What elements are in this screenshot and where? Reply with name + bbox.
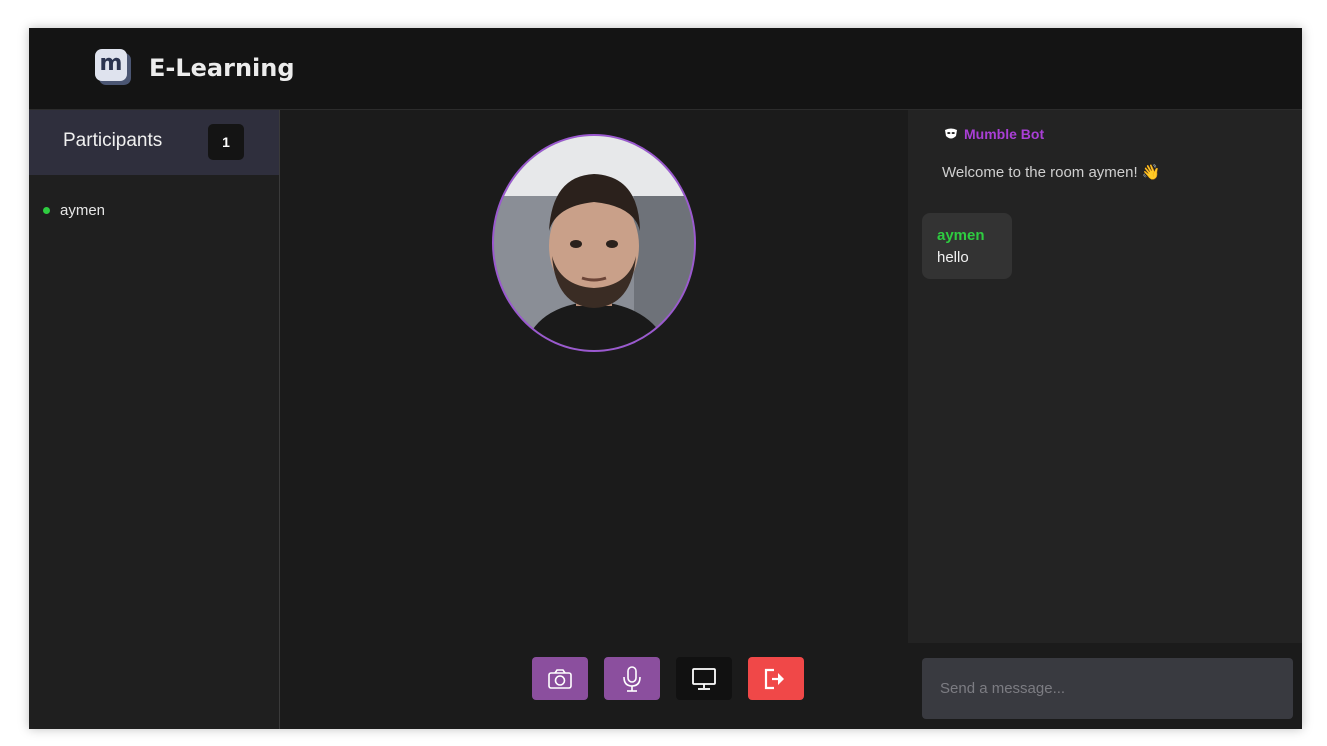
microphone-icon	[623, 665, 641, 692]
participants-sidebar: Participants 1 aymen	[29, 110, 280, 729]
top-bar: m E-Learning	[29, 28, 1302, 110]
exit-icon	[764, 668, 784, 689]
online-status-dot	[43, 206, 50, 214]
chat-panel: Mumble Bot Welcome to the room aymen! 👋 …	[908, 110, 1302, 729]
call-controls	[532, 657, 804, 700]
bot-welcome-message: Welcome to the room aymen! 👋	[942, 164, 1161, 181]
message-text: hello	[937, 249, 969, 266]
app-logo: m	[95, 49, 131, 85]
app-window: m E-Learning Participants 1 aymen Mumble…	[29, 28, 1302, 729]
bot-mask-icon	[945, 128, 957, 139]
share-screen-button[interactable]	[676, 657, 732, 700]
webcam-feed-image	[494, 136, 694, 350]
camera-icon	[548, 668, 572, 689]
toggle-microphone-button[interactable]	[604, 657, 660, 700]
chat-composer	[908, 643, 1302, 729]
bot-header: Mumble Bot	[944, 126, 1044, 142]
participant-video	[492, 134, 696, 352]
participant-item[interactable]: aymen	[43, 200, 105, 220]
video-stage	[280, 110, 908, 729]
chat-message: aymen hello	[922, 213, 1012, 279]
monitor-icon	[692, 667, 716, 690]
bot-name: Mumble Bot	[964, 126, 1045, 142]
logo-letter: m	[95, 49, 127, 81]
participants-title: Participants	[63, 130, 163, 151]
participants-header: Participants 1	[29, 110, 279, 175]
message-author: aymen	[937, 227, 985, 244]
toggle-camera-button[interactable]	[532, 657, 588, 700]
leave-room-button[interactable]	[748, 657, 804, 700]
app-title: E-Learning	[149, 54, 295, 82]
participant-name: aymen	[60, 201, 106, 219]
participants-count-badge: 1	[208, 124, 244, 160]
message-input[interactable]	[922, 658, 1293, 719]
